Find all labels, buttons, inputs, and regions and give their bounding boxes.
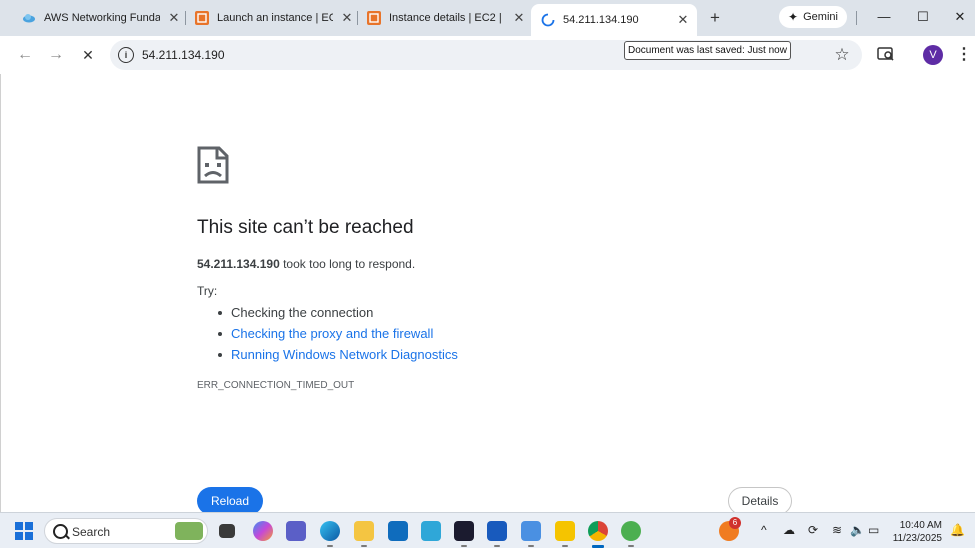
notification-badge: 6 <box>729 517 741 529</box>
cloud-icon <box>22 11 36 25</box>
back-button[interactable]: ← <box>14 44 36 66</box>
edge-icon[interactable] <box>320 521 340 547</box>
tab-search-icon[interactable] <box>877 46 895 64</box>
details-button[interactable]: Details <box>728 487 792 515</box>
error-title: This site can’t be reached <box>197 217 414 238</box>
suggestion-check-proxy-link[interactable]: Checking the proxy and the firewall <box>218 323 458 344</box>
tab-launch-instance[interactable]: Launch an instance | EC2 | ✕ <box>195 6 355 30</box>
tab-aws-networking[interactable]: AWS Networking Fundam ✕ <box>22 6 182 30</box>
tab-strip: AWS Networking Fundam ✕ Launch an instan… <box>0 0 975 36</box>
search-icon <box>53 524 68 539</box>
tab-title: AWS Networking Fundam <box>44 12 160 24</box>
menu-kebab-icon[interactable]: ⋮ <box>955 46 973 64</box>
error-message: 54.211.134.190 took too long to respond. <box>197 257 415 271</box>
aws-ec2-icon <box>367 11 381 25</box>
minimize-button[interactable]: — <box>872 6 896 28</box>
clock-time: 10:40 AM <box>899 520 942 531</box>
url-text[interactable]: 54.211.134.190 <box>142 48 225 62</box>
suggestion-text: Checking the connection <box>231 305 374 320</box>
bookmark-star-icon[interactable]: ☆ <box>833 46 851 64</box>
aws-ec2-icon <box>195 11 209 25</box>
volume-icon[interactable]: 🔈 <box>850 523 865 537</box>
teams-icon[interactable] <box>286 521 306 541</box>
sync-icon[interactable]: ⟳ <box>808 523 818 537</box>
suggestion-check-connection: Checking the connection <box>218 302 458 323</box>
error-host: 54.211.134.190 <box>197 257 280 271</box>
app-icon-dark[interactable] <box>454 521 474 547</box>
windows-start-icon[interactable] <box>15 522 33 540</box>
notepad-icon[interactable] <box>521 521 541 547</box>
tab-separator <box>185 11 186 25</box>
new-tab-button[interactable]: + <box>705 8 725 28</box>
clock-date: 11/23/2025 <box>892 533 942 544</box>
forward-button[interactable]: → <box>45 44 67 66</box>
app-icon-ue[interactable] <box>555 521 575 547</box>
suggestion-list: Checking the connection Checking the pro… <box>218 302 458 365</box>
tray-chevron-icon[interactable]: ^ <box>761 523 767 537</box>
suggestion-network-diagnostics-link[interactable]: Running Windows Network Diagnostics <box>218 344 458 365</box>
tab-close-icon[interactable]: ✕ <box>511 10 527 26</box>
task-view-icon[interactable] <box>219 524 235 538</box>
app-icon-blue[interactable] <box>421 521 441 541</box>
taskbar-search[interactable]: Search <box>44 518 208 544</box>
wifi-icon[interactable]: ≋ <box>832 523 842 537</box>
onedrive-icon[interactable]: ☁ <box>783 523 795 537</box>
tab-title: Instance details | EC2 | us- <box>389 12 505 24</box>
taskbar-search-label: Search <box>72 525 111 539</box>
search-highlight-icon <box>175 522 203 540</box>
tab-title: Launch an instance | EC2 | <box>217 12 333 24</box>
tab-instance-details[interactable]: Instance details | EC2 | us- ✕ <box>367 6 527 30</box>
gemini-label: Gemini <box>803 11 838 23</box>
file-explorer-icon[interactable] <box>354 521 374 547</box>
app-icon-green[interactable] <box>621 521 641 547</box>
microsoft-store-icon[interactable] <box>388 521 408 541</box>
gemini-sparkle-icon: ✦ <box>788 10 799 24</box>
site-info-icon[interactable]: i <box>118 47 134 63</box>
suggestion-text[interactable]: Checking the proxy and the firewall <box>231 323 433 344</box>
profile-avatar[interactable]: V <box>923 45 943 65</box>
error-code: ERR_CONNECTION_TIMED_OUT <box>197 380 355 391</box>
stop-loading-button[interactable]: ✕ <box>77 44 99 66</box>
try-label: Try: <box>197 284 218 298</box>
loading-spinner-icon <box>541 13 555 27</box>
battery-icon[interactable]: ▭ <box>868 523 879 537</box>
tab-title: 54.211.134.190 <box>563 14 639 26</box>
tab-close-icon[interactable]: ✕ <box>675 12 691 28</box>
tooltip-document-saved: Document was last saved: Just now <box>624 41 791 60</box>
maximize-button[interactable]: ☐ <box>911 6 935 28</box>
tab-close-icon[interactable]: ✕ <box>339 10 355 26</box>
bullet <box>218 331 222 336</box>
taskbar-clock[interactable]: 10:40 AM 11/23/2025 <box>888 519 942 545</box>
browser-toolbar: ← → ✕ i 54.211.134.190 ☆ V ⋮ <box>0 36 975 74</box>
sad-page-icon <box>197 146 229 189</box>
chrome-icon[interactable] <box>588 521 608 548</box>
tab-active-ip[interactable]: 54.211.134.190 ✕ <box>531 4 697 36</box>
suggestion-text[interactable]: Running Windows Network Diagnostics <box>231 344 458 365</box>
reload-button[interactable]: Reload <box>197 487 263 515</box>
copilot-icon[interactable] <box>253 521 273 541</box>
bullet <box>218 310 222 315</box>
gemini-button[interactable]: ✦ Gemini <box>779 6 847 28</box>
tab-separator <box>856 11 857 25</box>
word-icon[interactable] <box>487 521 507 547</box>
bullet <box>218 352 222 357</box>
page-content: This site can’t be reached 54.211.134.19… <box>0 74 975 515</box>
tab-close-icon[interactable]: ✕ <box>166 10 182 26</box>
notification-bell-icon[interactable]: 🔔 <box>950 523 965 537</box>
close-window-button[interactable]: ✕ <box>948 6 972 28</box>
windows-taskbar: Search 6 ^ ☁ ⟳ ≋ 🔈 ▭ 10:40 AM 11/23/2025… <box>0 512 975 548</box>
error-message-text: took too long to respond. <box>279 257 416 271</box>
tab-separator <box>357 11 358 25</box>
